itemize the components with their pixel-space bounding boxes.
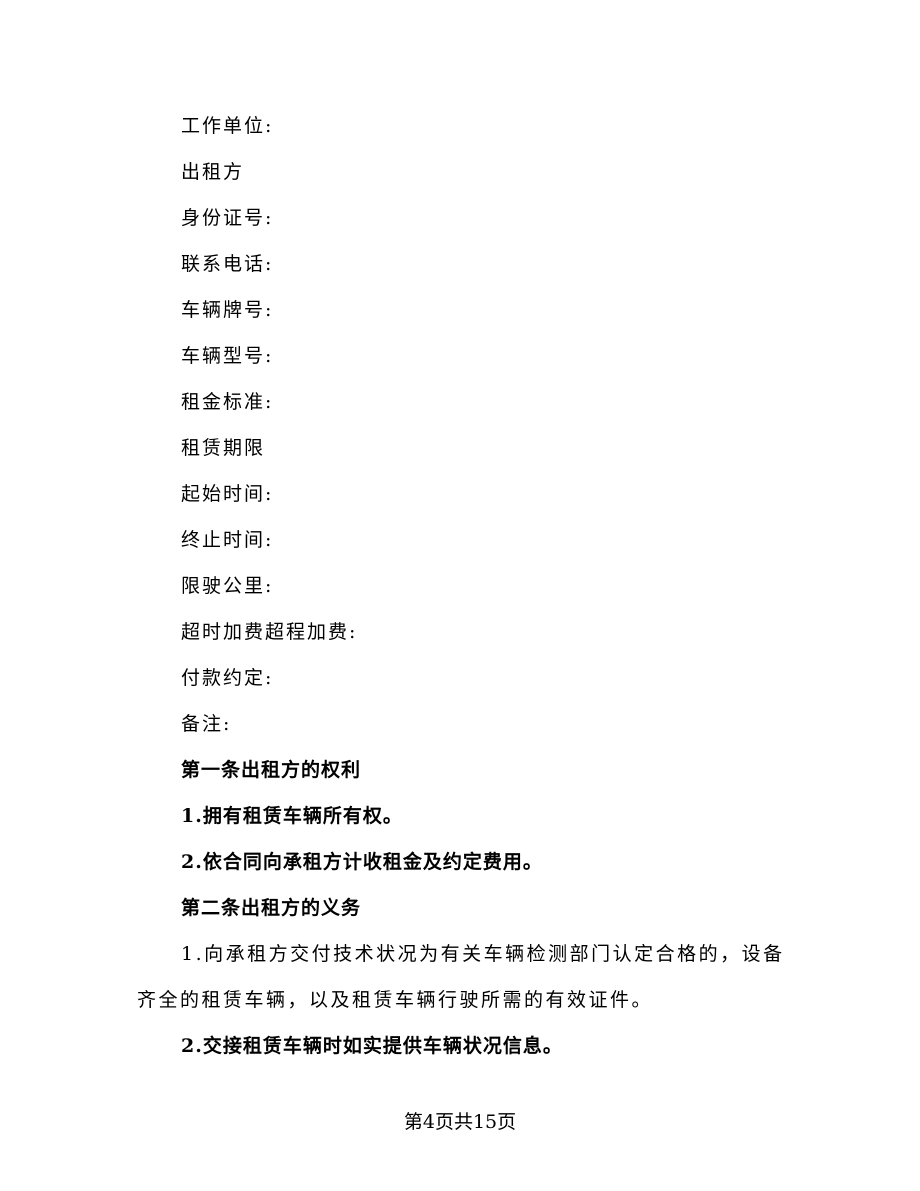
field-rent-standard: 租金标准: xyxy=(181,391,274,413)
field-payment: 付款约定: xyxy=(181,667,274,689)
field-work-unit: 工作单位: xyxy=(181,115,274,137)
field-mileage-limit: 限驶公里: xyxy=(181,575,274,597)
field-phone: 联系电话: xyxy=(181,253,274,275)
section2-item-1: 1.向承租方交付技术状况为有关车辆检测部门认定合格的，设备齐全的租赁车辆，以及租… xyxy=(137,943,785,1011)
section1-item-2: 2.依合同向承租方计收租金及约定费用。 xyxy=(181,851,543,873)
field-id-number: 身份证号: xyxy=(181,207,274,229)
field-end-time: 终止时间: xyxy=(181,529,274,551)
field-remarks: 备注: xyxy=(181,713,232,735)
section1-title: 第一条出租方的权利 xyxy=(181,759,362,781)
field-overtime-fee: 超时加费超程加费: xyxy=(181,621,358,643)
page-number: 第4页共15页 xyxy=(403,1111,517,1133)
section2-item-2: 2.交接租赁车辆时如实提供车辆状况信息。 xyxy=(181,1035,563,1057)
field-lease-term: 租赁期限 xyxy=(181,437,266,459)
section1-item-1: 1.拥有租赁车辆所有权。 xyxy=(181,805,403,827)
field-plate-number: 车辆牌号: xyxy=(181,299,274,321)
field-vehicle-model: 车辆型号: xyxy=(181,345,274,367)
field-lessor: 出租方 xyxy=(181,161,245,183)
section2-title: 第二条出租方的义务 xyxy=(181,897,362,919)
field-start-time: 起始时间: xyxy=(181,483,274,505)
